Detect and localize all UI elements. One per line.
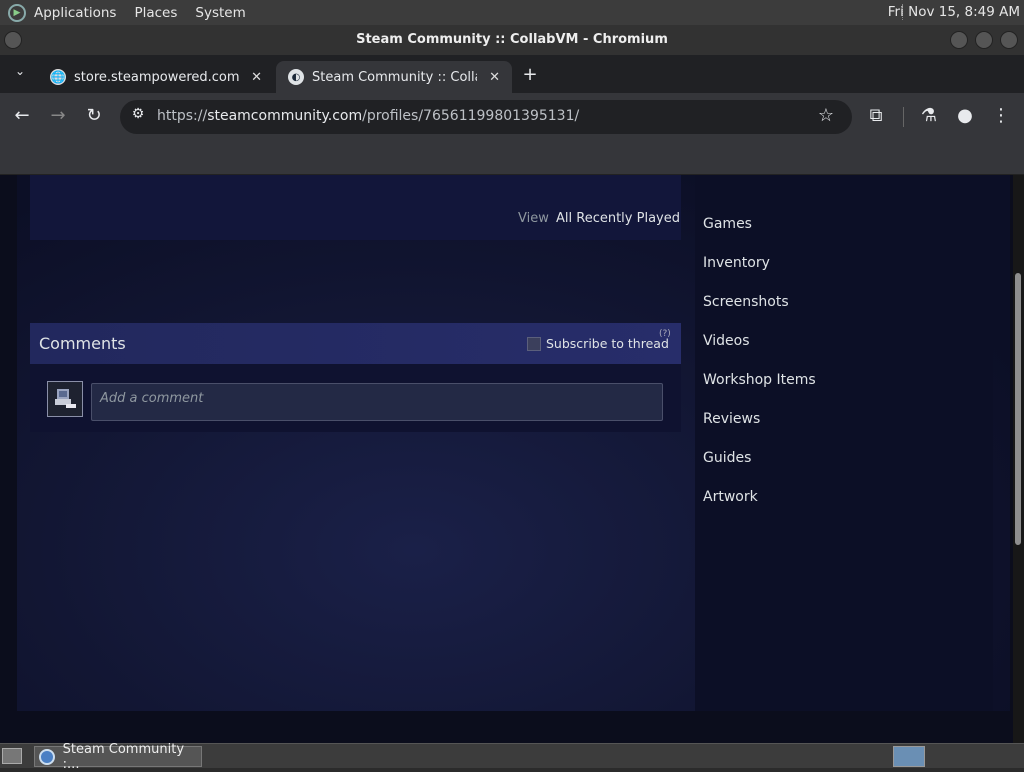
clock[interactable]: Fri Nov 15, 8:49 AM — [888, 4, 1020, 20]
page-scrollbar[interactable] — [1013, 175, 1024, 743]
comments-header: Comments Subscribe to thread (?) — [30, 323, 681, 364]
subscribe-label: Subscribe to thread — [546, 336, 669, 351]
site-settings-icon[interactable]: ⚙ — [126, 106, 150, 122]
reload-icon[interactable]: ↻ — [82, 105, 106, 126]
more-menu-icon[interactable]: ⋮ — [989, 105, 1013, 126]
browser-toolbar: ← → ↻ ⚙ https://steamcommunity.com/profi… — [0, 93, 1024, 141]
profile-nav-panel: Games Inventory Screenshots Videos Works… — [695, 175, 993, 711]
nav-link-screenshots[interactable]: Screenshots — [703, 294, 789, 310]
steam-icon: ◐ — [288, 69, 304, 85]
tab-store[interactable]: 🌐 store.steampowered.com ✕ — [38, 61, 274, 93]
system-menu[interactable]: System — [195, 5, 245, 21]
comment-entry-row: Add a comment — [30, 364, 681, 432]
nav-link-inventory[interactable]: Inventory — [703, 255, 770, 271]
chromium-icon — [39, 748, 55, 765]
maximize-button[interactable] — [975, 31, 993, 49]
minimize-button[interactable] — [950, 31, 968, 49]
places-menu[interactable]: Places — [134, 5, 177, 21]
close-tab-icon[interactable]: ✕ — [251, 70, 262, 85]
subscribe-checkbox[interactable] — [527, 336, 541, 351]
labs-flask-icon[interactable]: ⚗ — [917, 105, 941, 126]
recent-activity-panel: View All Recently Played — [30, 175, 681, 240]
extensions-icon[interactable]: ⧉ — [864, 105, 888, 126]
bookmark-bar — [0, 141, 1024, 175]
bookmark-star-icon[interactable]: ☆ — [814, 105, 838, 126]
nav-link-videos[interactable]: Videos — [703, 333, 750, 349]
window-titlebar[interactable]: Steam Community :: CollabVM - Chromium — [0, 25, 1024, 55]
applications-menu[interactable]: Applications — [34, 5, 116, 21]
window-menu-button[interactable] — [4, 31, 22, 49]
new-tab-icon[interactable]: + — [518, 64, 542, 85]
nav-link-workshop-items[interactable]: Workshop Items — [703, 372, 816, 388]
comments-title: Comments — [39, 334, 126, 353]
taskbar-window-label: Steam Community :... — [62, 741, 185, 772]
view-all-recently-played-link[interactable]: All Recently Played — [556, 211, 680, 226]
tab-search-chevron-icon[interactable]: ⌄ — [8, 64, 32, 78]
close-tab-icon[interactable]: ✕ — [489, 70, 500, 85]
help-tooltip-icon[interactable]: (?) — [659, 329, 671, 339]
scrollbar-thumb[interactable] — [1015, 273, 1021, 545]
nav-link-games[interactable]: Games — [703, 216, 752, 232]
tab-strip: ⌄ 🌐 store.steampowered.com ✕ ◐ Steam Com… — [0, 55, 1024, 93]
comment-input[interactable]: Add a comment — [91, 383, 663, 421]
nav-link-artwork[interactable]: Artwork — [703, 489, 758, 505]
url-text[interactable]: https://steamcommunity.com/profiles/7656… — [157, 108, 579, 124]
gnome-foot-icon[interactable]: ▶ — [8, 3, 26, 22]
tab-label: Steam Community :: CollabVM — [312, 69, 477, 85]
show-desktop-icon[interactable] — [2, 748, 22, 764]
nav-link-guides[interactable]: Guides — [703, 450, 751, 466]
profile-avatar-icon[interactable]: ● — [953, 105, 977, 126]
globe-icon: 🌐 — [50, 69, 66, 85]
toolbar-divider — [903, 107, 904, 127]
address-bar[interactable]: ⚙ https://steamcommunity.com/profiles/76… — [120, 100, 852, 134]
page-viewport: View All Recently Played Comments Subscr… — [0, 175, 1024, 743]
workspace-switcher[interactable] — [893, 746, 925, 767]
subscribe-to-thread[interactable]: Subscribe to thread — [527, 336, 669, 351]
close-window-button[interactable] — [1000, 31, 1018, 49]
avatar[interactable] — [47, 381, 83, 417]
tab-steam-community[interactable]: ◐ Steam Community :: CollabVM ✕ — [276, 61, 512, 93]
tab-label: store.steampowered.com — [74, 69, 240, 85]
forward-arrow-icon[interactable]: → — [46, 105, 70, 126]
bottom-taskbar: Steam Community :... — [0, 742, 1024, 772]
back-arrow-icon[interactable]: ← — [10, 105, 34, 126]
top-panel: ▶ Applications Places System Fri Nov 15,… — [0, 0, 1024, 25]
taskbar-window-button[interactable]: Steam Community :... — [34, 742, 202, 772]
view-label: View — [518, 211, 549, 226]
window-title: Steam Community :: CollabVM - Chromium — [356, 32, 668, 47]
nav-link-reviews[interactable]: Reviews — [703, 411, 760, 427]
